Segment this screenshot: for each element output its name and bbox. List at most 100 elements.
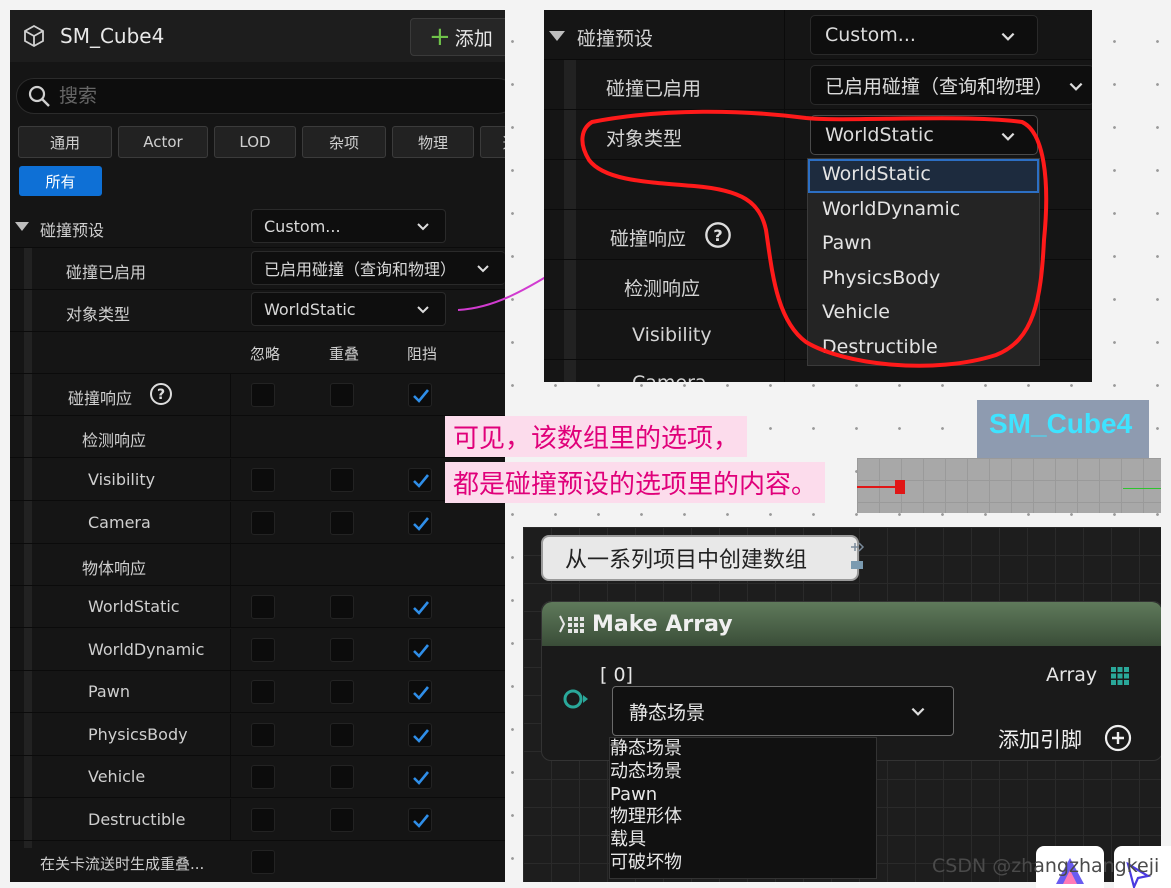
overlap-on-stream-checkbox[interactable] bbox=[251, 850, 275, 874]
trace-response-label: 检测响应 bbox=[82, 431, 147, 450]
column-divider bbox=[230, 501, 231, 543]
overlap-checkbox[interactable] bbox=[330, 722, 354, 747]
trace-row: Camera bbox=[10, 501, 505, 544]
add-component-button[interactable]: + 添加 bbox=[410, 18, 505, 56]
search-box[interactable] bbox=[16, 78, 505, 114]
overlap-checkbox[interactable] bbox=[330, 808, 354, 832]
overlap-checkbox[interactable] bbox=[330, 595, 354, 619]
red-annotation-outline bbox=[580, 109, 1049, 368]
column-divider bbox=[230, 713, 231, 755]
filter-more[interactable]: 选 bbox=[480, 126, 505, 158]
enum-option[interactable]: Pawn bbox=[610, 784, 657, 806]
filter-all[interactable]: 所有 bbox=[19, 166, 102, 196]
checkmark-icon bbox=[413, 389, 430, 403]
ignore-checkbox[interactable] bbox=[251, 722, 275, 747]
svg-text:?: ? bbox=[157, 387, 165, 403]
collision-response-label: 碰撞响应 bbox=[68, 389, 133, 408]
search-icon bbox=[28, 85, 50, 107]
overlap-on-stream-row: 在关卡流送时生成重叠... bbox=[10, 842, 505, 882]
add-pin-icon[interactable] bbox=[1104, 724, 1132, 752]
block-checkbox[interactable] bbox=[408, 595, 432, 619]
object-response-label: 物体响应 bbox=[82, 559, 147, 578]
filter-actor[interactable]: Actor bbox=[118, 126, 208, 158]
object-row: WorldDynamic bbox=[10, 628, 505, 671]
ignore-checkbox[interactable] bbox=[251, 595, 275, 619]
watermark: CSDN @zhangzhangkeji bbox=[932, 855, 1160, 877]
checkmark-icon bbox=[413, 728, 430, 743]
response-channel-label: Vehicle bbox=[88, 767, 146, 787]
overlap-checkbox[interactable] bbox=[330, 510, 354, 535]
y-axis-line bbox=[1123, 488, 1161, 489]
column-divider bbox=[230, 459, 231, 500]
column-divider bbox=[230, 544, 231, 585]
column-divider bbox=[230, 671, 231, 713]
enum-option[interactable]: 动态场景 bbox=[610, 761, 682, 783]
object-type-dropdown[interactable]: WorldStatic bbox=[251, 292, 446, 326]
filter-physics[interactable]: 物理 bbox=[392, 126, 474, 158]
tooltip-text: 从一系列项目中创建数组 bbox=[565, 548, 808, 573]
array-output-pin-icon[interactable] bbox=[1110, 666, 1130, 686]
enum-option[interactable]: 静态场景 bbox=[610, 738, 682, 760]
overlap-checkbox[interactable] bbox=[330, 680, 354, 705]
ignore-checkbox[interactable] bbox=[251, 765, 275, 790]
block-checkbox[interactable] bbox=[408, 637, 432, 662]
collision-preset-label: 碰撞预设 bbox=[40, 221, 105, 240]
node-title: Make Array bbox=[592, 611, 733, 637]
block-checkbox[interactable] bbox=[408, 765, 432, 790]
ignore-all-checkbox[interactable] bbox=[251, 383, 275, 407]
overlap-all-checkbox[interactable] bbox=[330, 383, 354, 407]
details-panel: SM_Cube4 + 添加 通用 Actor LOD 杂项 物理 选 所有 碰撞… bbox=[10, 10, 505, 882]
overlap-on-stream-label: 在关卡流送时生成重叠... bbox=[40, 855, 205, 873]
block-checkbox[interactable] bbox=[408, 680, 432, 705]
collision-response-row: 碰撞响应 ? bbox=[10, 374, 505, 416]
enum-option[interactable]: 可破坏物 bbox=[610, 852, 682, 874]
collision-preset-dropdown[interactable]: Custom... bbox=[251, 209, 446, 243]
ignore-checkbox[interactable] bbox=[251, 637, 275, 662]
response-channel-label: WorldStatic bbox=[88, 597, 180, 616]
response-channel-label: Destructible bbox=[88, 810, 186, 829]
filter-general[interactable]: 通用 bbox=[18, 126, 112, 158]
object-row: Pawn bbox=[10, 671, 505, 714]
add-pin-label[interactable]: 添加引脚 bbox=[998, 724, 1082, 754]
filter-bar: 通用 Actor LOD 杂项 物理 选 bbox=[18, 126, 505, 158]
collision-preset-value: Custom... bbox=[264, 216, 341, 236]
block-checkbox[interactable] bbox=[408, 468, 432, 492]
enum-value-dropdown[interactable]: 静态场景 bbox=[612, 686, 954, 736]
block-all-checkbox[interactable] bbox=[408, 383, 432, 407]
viewport-object-label: SM_Cube4 bbox=[989, 408, 1133, 439]
search-input[interactable] bbox=[59, 85, 459, 107]
chevron-down-icon bbox=[417, 223, 429, 231]
block-checkbox[interactable] bbox=[408, 510, 432, 535]
column-divider bbox=[230, 628, 231, 670]
column-divider bbox=[230, 799, 231, 840]
overlap-checkbox[interactable] bbox=[330, 637, 354, 662]
ignore-checkbox[interactable] bbox=[251, 468, 275, 492]
filter-lod[interactable]: LOD bbox=[214, 126, 296, 158]
viewport-snippet: SM_Cube4 bbox=[857, 400, 1161, 513]
filter-misc[interactable]: 杂项 bbox=[302, 126, 386, 158]
block-column-header: 阻挡 bbox=[407, 345, 438, 363]
response-channel-label: WorldDynamic bbox=[88, 639, 205, 659]
node-header: Make Array bbox=[542, 602, 1161, 646]
ignore-checkbox[interactable] bbox=[251, 808, 275, 832]
overlap-checkbox[interactable] bbox=[330, 468, 354, 492]
enum-dropdown-menu: 静态场景 动态场景 Pawn 物理形体 载具 可破坏物 bbox=[609, 737, 877, 879]
ignore-checkbox[interactable] bbox=[251, 510, 275, 535]
help-icon[interactable]: ? bbox=[149, 382, 173, 406]
response-channel-label: Camera bbox=[88, 512, 151, 532]
enum-option[interactable]: 物理形体 bbox=[610, 806, 682, 828]
object-response-header-row: 物体响应 bbox=[10, 544, 505, 586]
response-channel-label: PhysicsBody bbox=[88, 724, 188, 744]
collapse-arrow-icon[interactable] bbox=[15, 222, 29, 231]
column-divider bbox=[230, 374, 231, 415]
block-checkbox[interactable] bbox=[408, 722, 432, 747]
enum-option[interactable]: 载具 bbox=[610, 829, 646, 851]
column-divider bbox=[230, 416, 231, 457]
ignore-checkbox[interactable] bbox=[251, 680, 275, 705]
input-pin-icon[interactable] bbox=[562, 688, 590, 710]
input-pin-label: [ 0] bbox=[600, 664, 633, 686]
block-checkbox[interactable] bbox=[408, 808, 432, 832]
checkmark-icon bbox=[413, 771, 430, 786]
object-row: WorldStatic bbox=[10, 586, 505, 628]
overlap-checkbox[interactable] bbox=[330, 765, 354, 790]
